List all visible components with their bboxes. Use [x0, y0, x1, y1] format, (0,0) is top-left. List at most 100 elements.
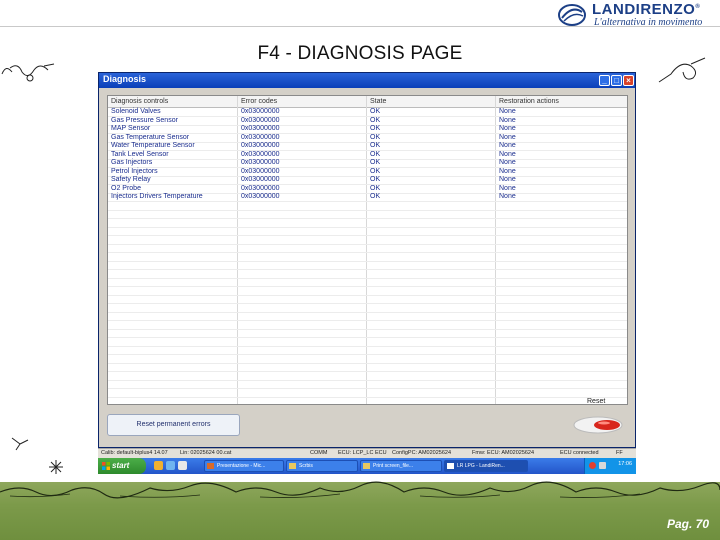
column-header-state[interactable]: State: [370, 97, 386, 107]
status-key: FF: [616, 450, 623, 456]
row-gridline: [108, 337, 627, 338]
status-lin: Lin: 02025624 00.cat: [180, 450, 232, 456]
cell-restoration-action: None: [499, 116, 516, 124]
cell-control: Water Temperature Sensor: [111, 142, 195, 149]
cell-restoration-action: None: [499, 193, 516, 200]
taskbar-item[interactable]: Scrbis: [286, 460, 358, 472]
row-gridline: [108, 158, 627, 160]
quicklaunch-desktop-icon[interactable]: [178, 461, 187, 470]
cell-state: OK: [370, 159, 381, 166]
row-gridline: [108, 226, 627, 228]
cell-state: OK: [370, 133, 381, 141]
cell-control: Petrol Injectors: [111, 167, 158, 175]
row-gridline: [108, 167, 627, 168]
windows-flag-icon: [102, 462, 110, 470]
system-tray: 17:06: [584, 458, 636, 474]
row-gridline: [108, 243, 627, 245]
column-header-codes[interactable]: Error codes: [241, 97, 277, 107]
cell-control: Gas Temperature Sensor: [111, 133, 190, 141]
cell-control: Gas Injectors: [111, 159, 153, 166]
cell-control: Injectors Drivers Temperature: [111, 193, 203, 200]
app-icon: [447, 463, 454, 469]
row-gridline: [108, 277, 627, 279]
cell-control: O2 Probe: [111, 184, 141, 192]
quicklaunch-explorer-icon[interactable]: [154, 461, 163, 470]
cell-error-code: 0x03000000: [241, 193, 280, 200]
taskbar-item-active[interactable]: LR LPG - LandiRen...: [444, 460, 528, 472]
row-gridline: [108, 235, 627, 236]
taskbar: start Presentazione - Mic... Scrbis Prin…: [98, 458, 636, 474]
reset-button-icon[interactable]: [571, 416, 625, 434]
status-fmw: Fmw: ECU: AM02025624: [472, 450, 535, 456]
status-ecu: ECU: LCP_LC ECU: [338, 450, 387, 456]
doodle-left-2: [49, 460, 63, 474]
diagnosis-window: Diagnosis _ □ × Diagnosis controls Error…: [98, 72, 636, 448]
status-calib: Calib: default-biplus4 14.07: [101, 450, 168, 456]
cell-state: OK: [370, 108, 381, 115]
tray-network-icon[interactable]: [599, 462, 606, 469]
cell-restoration-action: None: [499, 142, 516, 149]
cell-state: OK: [370, 142, 381, 149]
row-gridline: [108, 218, 627, 219]
handwriting-decoration: [0, 481, 720, 499]
cell-control: Tank Level Sensor: [111, 150, 169, 158]
folder-icon: [363, 463, 370, 469]
row-gridline: [108, 269, 627, 270]
maximize-button[interactable]: □: [611, 75, 622, 86]
column-header-controls[interactable]: Diagnosis controls: [111, 97, 168, 107]
cell-control: Safety Relay: [111, 176, 151, 183]
cell-error-code: 0x03000000: [241, 142, 280, 149]
brand-name: LANDIRENZO®: [592, 1, 701, 18]
quicklaunch-browser-icon[interactable]: [166, 461, 175, 470]
row-gridline: [108, 396, 627, 398]
row-gridline: [108, 150, 627, 151]
cell-restoration-action: None: [499, 108, 516, 115]
cell-state: OK: [370, 116, 381, 124]
cell-restoration-action: None: [499, 184, 516, 192]
folder-icon: [289, 463, 296, 469]
status-configpc: ConfigPC: AM02025624: [392, 450, 452, 456]
reset-permanent-errors-button[interactable]: Reset permanent errors: [107, 414, 240, 436]
cell-control: MAP Sensor: [111, 125, 151, 132]
row-gridline: [108, 320, 627, 321]
cell-error-code: 0x03000000: [241, 116, 280, 124]
cell-error-code: 0x03000000: [241, 176, 280, 183]
row-gridline: [108, 362, 627, 364]
row-gridline: [108, 388, 627, 389]
doodle-top-right: [658, 57, 706, 83]
status-ecu-state: ECU connected: [560, 450, 599, 456]
minimize-button[interactable]: _: [599, 75, 610, 86]
row-gridline: [108, 260, 627, 262]
doodle-top-left: [1, 63, 55, 82]
page-title: F4 - DIAGNOSIS PAGE: [257, 43, 463, 64]
row-gridline: [108, 252, 627, 253]
close-button[interactable]: ×: [623, 75, 634, 86]
cell-error-code: 0x03000000: [241, 125, 280, 132]
cell-error-code: 0x03000000: [241, 167, 280, 175]
cell-error-code: 0x03000000: [241, 108, 280, 115]
row-gridline: [108, 294, 627, 296]
row-gridline: [108, 201, 627, 202]
cell-state: OK: [370, 176, 381, 183]
status-comm: COMM: [310, 450, 328, 456]
cell-state: OK: [370, 184, 381, 192]
cell-restoration-action: None: [499, 125, 516, 132]
cell-state: OK: [370, 167, 381, 175]
row-gridline: [108, 379, 627, 381]
doodle-left-1: [11, 437, 29, 451]
status-bar: Calib: default-biplus4 14.07 Lin: 020256…: [98, 448, 636, 458]
window-title: Diagnosis: [103, 74, 147, 84]
taskbar-item[interactable]: Presentazione - Mic...: [204, 460, 284, 472]
cell-error-code: 0x03000000: [241, 159, 280, 166]
cell-state: OK: [370, 193, 381, 200]
start-button[interactable]: start: [98, 458, 146, 474]
taskbar-item[interactable]: Print screen_file...: [360, 460, 442, 472]
brand-logo-icon: [558, 4, 586, 26]
window-titlebar[interactable]: Diagnosis _ □ ×: [99, 73, 635, 88]
powerpoint-icon: [207, 463, 214, 469]
start-label: start: [112, 461, 130, 470]
column-header-actions[interactable]: Restoration actions: [499, 97, 559, 107]
row-gridline: [108, 209, 627, 211]
row-gridline: [108, 311, 627, 313]
tray-antivirus-icon[interactable]: [589, 462, 596, 469]
